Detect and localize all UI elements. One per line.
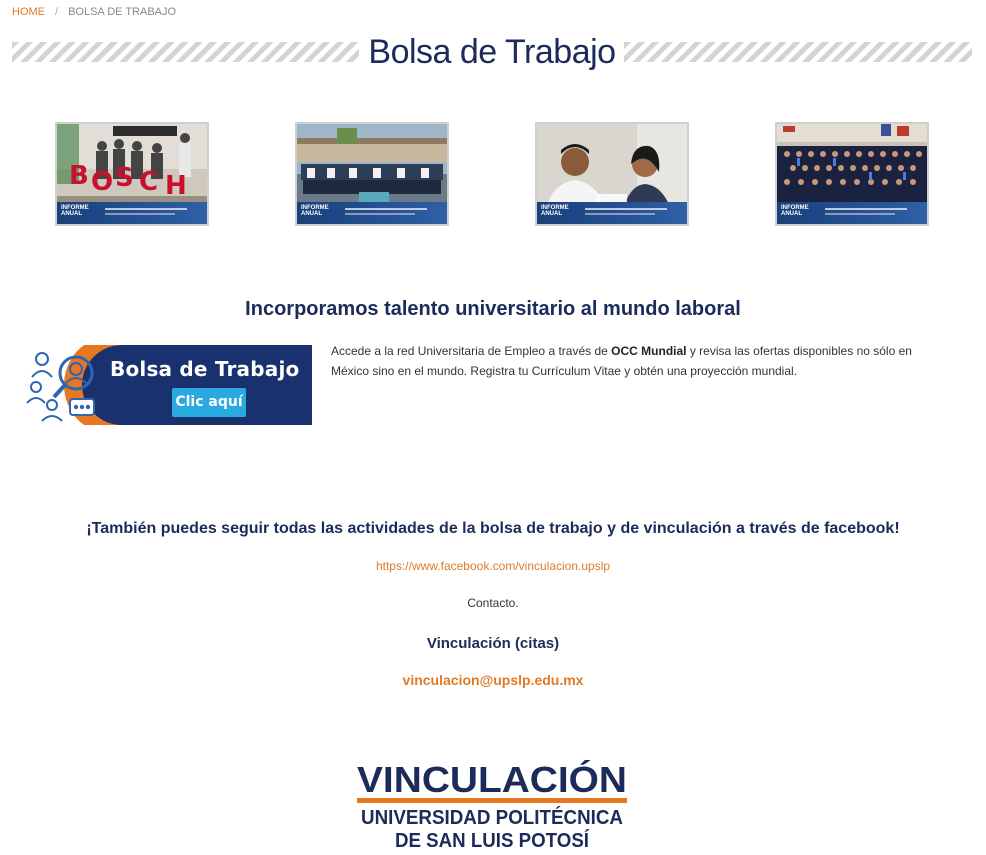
gallery-image-graduation[interactable]: INFORME ANUAL — [775, 122, 929, 226]
logo-orange-bar — [357, 798, 627, 803]
facebook-link-row: https://www.facebook.com/vinculacion.ups… — [0, 557, 986, 575]
gallery-image-bosch[interactable]: BOSCH INFORME ANUAL — [55, 122, 209, 226]
facebook-heading: ¡También puedes seguir todas las activid… — [86, 520, 900, 537]
breadcrumb: HOME / BOLSA DE TRABAJO — [12, 6, 176, 18]
vinculacion-logo: VINCULACIÓN UNIVERSIDAD POLITÉCNICA DE S… — [357, 760, 627, 852]
svg-text:B: B — [69, 161, 89, 191]
title-row: Bolsa de Trabajo — [12, 32, 972, 72]
photo-caption-banner: INFORME ANUAL — [777, 202, 927, 224]
svg-text:C: C — [139, 167, 158, 197]
people-search-icon — [26, 352, 95, 422]
email-row: vinculacion@upslp.edu.mx — [0, 672, 986, 690]
section-heading: Incorporamos talento universitario al mu… — [245, 298, 741, 320]
contact-heading: Vinculación (citas) — [426, 635, 560, 652]
svg-text:S: S — [115, 163, 134, 193]
breadcrumb-separator: / — [55, 6, 59, 18]
logo-subtitle-line1: UNIVERSIDAD POLITÉCNICA — [361, 806, 623, 829]
photo-caption-banner: INFORME ANUAL — [537, 202, 687, 224]
svg-text:O: O — [91, 167, 113, 197]
click-here-button[interactable]: Clic aquí — [172, 388, 246, 417]
gallery-image-interview[interactable]: INFORME ANUAL — [535, 122, 689, 226]
intro-paragraph: Accede a la red Universitaria de Empleo … — [331, 344, 912, 378]
contact-label: Contacto. — [467, 596, 519, 610]
facebook-link[interactable]: https://www.facebook.com/vinculacion.ups… — [376, 559, 610, 573]
photo-caption-banner: INFORME ANUAL — [57, 202, 207, 224]
breadcrumb-current: BOLSA DE TRABAJO — [68, 6, 177, 18]
logo-title: VINCULACIÓN — [357, 760, 627, 800]
photo-caption-banner: INFORME ANUAL — [297, 202, 447, 224]
gallery-image-group[interactable]: INFORME ANUAL — [295, 122, 449, 226]
bolsa-de-trabajo-banner[interactable]: Bolsa de Trabajo Clic aquí — [22, 345, 312, 425]
contact-email-link[interactable]: vinculacion@upslp.edu.mx — [403, 672, 584, 688]
page-title: Bolsa de Trabajo — [368, 33, 616, 71]
breadcrumb-home-link[interactable]: HOME — [12, 6, 45, 18]
banner-title: Bolsa de Trabajo — [110, 357, 300, 381]
logo-subtitle-line2: DE SAN LUIS POTOSÍ — [395, 829, 589, 852]
occ-mundial-text: OCC Mundial — [611, 344, 687, 358]
photo-gallery: BOSCH INFORME ANUAL INFORME ANUAL INFORM… — [0, 122, 986, 226]
